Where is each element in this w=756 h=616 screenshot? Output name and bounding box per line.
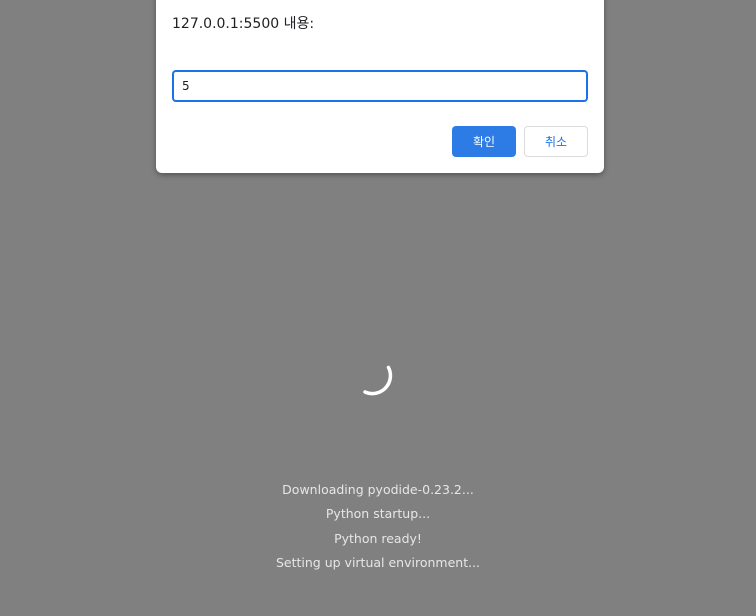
cancel-button[interactable]: 취소: [524, 126, 588, 157]
dialog-title: 127.0.0.1:5500 내용:: [172, 16, 315, 32]
loading-spinner-icon: [363, 365, 393, 396]
prompt-dialog: 127.0.0.1:5500 내용: 확인 취소: [156, 0, 604, 173]
log-message: Downloading pyodide-0.23.2...: [282, 482, 474, 497]
log-message: Setting up virtual environment...: [275, 555, 481, 570]
ok-button[interactable]: 확인: [452, 126, 516, 157]
log-message: Python ready!: [334, 531, 422, 546]
log-message: Python startup...: [325, 506, 431, 521]
prompt-input[interactable]: [172, 70, 588, 102]
